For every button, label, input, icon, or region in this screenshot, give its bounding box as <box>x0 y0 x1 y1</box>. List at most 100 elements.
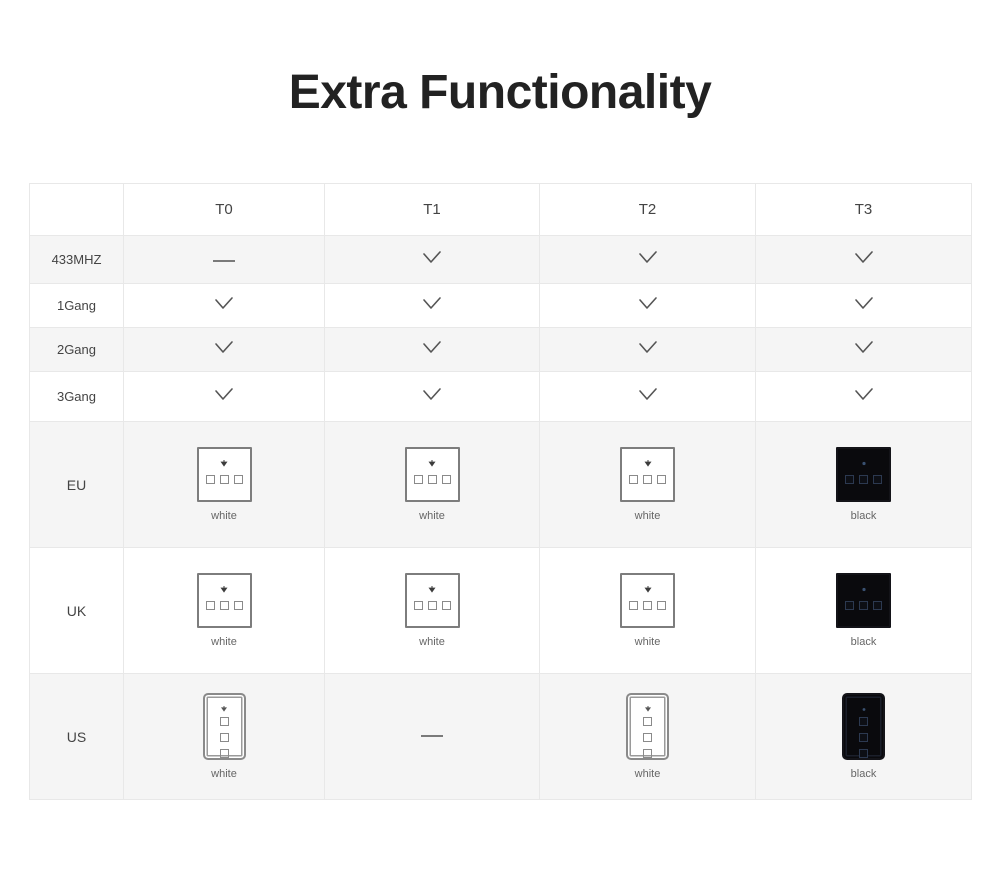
check-icon <box>851 335 877 361</box>
switch-panel-us-white <box>202 693 246 760</box>
cell-uk-t0: white <box>123 547 325 674</box>
cell-3gang-t0 <box>123 371 325 422</box>
product-thumb: black <box>756 693 971 780</box>
panel-buttons <box>622 601 673 610</box>
brand-dot-icon <box>644 706 652 713</box>
switch-panel-eu-white <box>404 447 460 502</box>
cell-433mhz-t0 <box>123 235 325 284</box>
check-icon <box>635 335 661 361</box>
row-label-eu: EU <box>29 421 124 548</box>
switch-panel-eu-white <box>196 447 252 502</box>
panel-button <box>657 601 666 610</box>
product-thumb: white <box>540 693 755 780</box>
panel-button <box>441 601 451 610</box>
panel-button <box>629 601 638 610</box>
panel-button <box>859 717 868 726</box>
product-color-caption: white <box>211 636 237 648</box>
panel-button <box>233 475 243 484</box>
dash-icon <box>421 735 443 738</box>
product-thumb: black <box>756 573 971 648</box>
check-icon <box>851 291 877 317</box>
brand-dot-icon <box>428 586 437 594</box>
panel-button <box>845 475 854 484</box>
panel-button <box>873 475 882 484</box>
row-label-433mhz: 433MHZ <box>29 235 124 284</box>
cell-2gang-t2 <box>539 327 756 372</box>
cell-2gang-t1 <box>324 327 540 372</box>
switch-panel-uk-white <box>196 573 252 628</box>
switch-panel-eu-white <box>620 447 675 502</box>
product-color-caption: black <box>850 636 877 648</box>
table-row: 433MHZ <box>29 235 972 284</box>
panel-button <box>427 601 437 610</box>
brand-dot-icon <box>860 706 868 713</box>
switch-panel-uk-white <box>620 573 675 628</box>
check-icon <box>635 245 661 271</box>
panel-button <box>859 749 868 758</box>
panel-button <box>205 475 215 484</box>
panel-button <box>657 475 666 484</box>
product-color-caption: white <box>634 768 661 780</box>
panel-buttons <box>199 475 250 484</box>
check-icon <box>211 291 237 317</box>
table-row: US white white black <box>29 673 972 800</box>
panel-button <box>859 601 868 610</box>
row-label-us: US <box>29 673 124 800</box>
cell-us-t2: white <box>539 673 756 800</box>
row-label-1gang: 1Gang <box>29 283 124 328</box>
header-cell-t3: T3 <box>755 183 972 236</box>
panel-buttons <box>844 717 883 758</box>
product-thumb: white <box>325 447 539 522</box>
check-icon <box>211 382 237 408</box>
spec-table-wrapper: T0 T1 T2 T3 433MHZ 1Gang 2Gang 3Gang EU … <box>29 183 972 800</box>
panel-buttons <box>622 475 673 484</box>
page-title: Extra Functionality <box>288 66 712 119</box>
check-icon <box>851 245 877 271</box>
panel-button <box>845 601 854 610</box>
panel-button <box>219 749 229 758</box>
table-row: 3Gang <box>29 371 972 422</box>
panel-button <box>219 733 229 742</box>
cell-uk-t3: black <box>755 547 972 674</box>
product-color-caption: white <box>419 636 445 648</box>
panel-button <box>427 475 437 484</box>
switch-panel-uk-black <box>836 573 891 628</box>
panel-button <box>219 601 229 610</box>
product-color-caption: white <box>419 510 445 522</box>
table-row: 2Gang <box>29 327 972 372</box>
cell-3gang-t3 <box>755 371 972 422</box>
cell-1gang-t3 <box>755 283 972 328</box>
panel-button <box>441 475 451 484</box>
panel-button <box>413 475 423 484</box>
header-cell-t1: T1 <box>324 183 540 236</box>
switch-panel-uk-white <box>404 573 460 628</box>
cell-eu-t3: black <box>755 421 972 548</box>
table-row: UK white white white black <box>29 547 972 674</box>
cell-3gang-t1 <box>324 371 540 422</box>
header-cell-t0: T0 <box>123 183 325 236</box>
product-color-caption: black <box>850 768 877 780</box>
panel-button <box>233 601 243 610</box>
panel-button <box>205 601 215 610</box>
brand-dot-icon <box>428 460 437 468</box>
brand-dot-icon <box>643 460 652 468</box>
panel-button <box>219 717 229 726</box>
product-thumb: black <box>756 447 971 522</box>
header-cell-blank <box>29 183 124 236</box>
brand-dot-icon <box>859 586 868 594</box>
cell-uk-t2: white <box>539 547 756 674</box>
extra-functionality-table: T0 T1 T2 T3 433MHZ 1Gang 2Gang 3Gang EU … <box>29 183 972 800</box>
brand-dot-icon <box>220 586 229 594</box>
cell-eu-t0: white <box>123 421 325 548</box>
table-body: 433MHZ 1Gang 2Gang 3Gang EU white white … <box>29 235 972 800</box>
row-label-2gang: 2Gang <box>29 327 124 372</box>
panel-button <box>629 475 638 484</box>
panel-button <box>643 749 652 758</box>
cell-433mhz-t2 <box>539 235 756 284</box>
check-icon <box>419 245 445 271</box>
panel-buttons <box>838 601 889 610</box>
switch-panel-us-white <box>626 693 669 760</box>
product-color-caption: white <box>634 636 661 648</box>
header-cell-t2: T2 <box>539 183 756 236</box>
cell-us-t1 <box>324 673 540 800</box>
